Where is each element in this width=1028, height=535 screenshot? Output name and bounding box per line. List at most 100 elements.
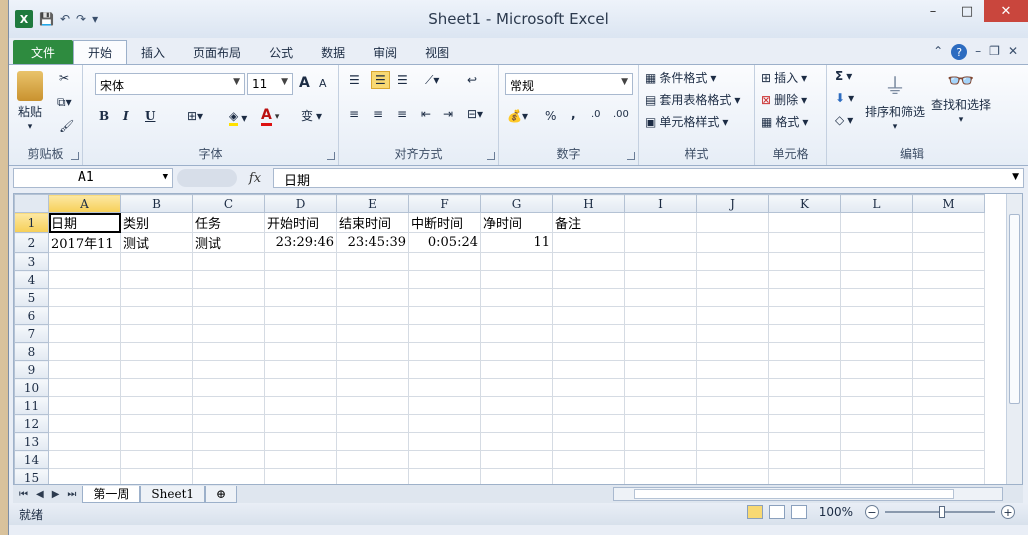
cell-b3[interactable]	[120, 252, 193, 271]
cell-e6[interactable]	[336, 306, 409, 325]
cell-i9[interactable]	[624, 360, 697, 379]
horizontal-scrollbar[interactable]	[613, 487, 1003, 501]
cell-g2[interactable]: 11	[480, 232, 553, 253]
cell-a5[interactable]	[48, 288, 121, 307]
cell-b11[interactable]	[120, 396, 193, 415]
cell-k5[interactable]	[768, 288, 841, 307]
cell-c4[interactable]	[192, 270, 265, 289]
paste-button[interactable]: 粘贴 ▾	[17, 71, 43, 132]
cell-a9[interactable]	[48, 360, 121, 379]
expand-formula-icon[interactable]: ▼	[1012, 172, 1019, 182]
cell-i8[interactable]	[624, 342, 697, 361]
cell-f10[interactable]	[408, 378, 481, 397]
comma-button[interactable]: ,	[571, 107, 576, 121]
borders-button[interactable]: ⊞▾	[187, 109, 203, 123]
cell-j1[interactable]	[696, 212, 769, 233]
font-color-button[interactable]: A ▾	[261, 107, 279, 126]
cell-a12[interactable]	[48, 414, 121, 433]
cell-h14[interactable]	[552, 450, 625, 469]
tab-file[interactable]: 文件	[13, 40, 74, 64]
cell-i6[interactable]	[624, 306, 697, 325]
cell-c11[interactable]	[192, 396, 265, 415]
cell-e7[interactable]	[336, 324, 409, 343]
cell-f11[interactable]	[408, 396, 481, 415]
cell-k2[interactable]	[768, 232, 841, 253]
cell-j15[interactable]	[696, 468, 769, 484]
cut-button[interactable]: ✂	[59, 71, 69, 85]
cell-i7[interactable]	[624, 324, 697, 343]
zoom-slider-thumb[interactable]	[939, 506, 945, 518]
increase-decimal-button[interactable]: .0	[591, 109, 601, 120]
cell-k8[interactable]	[768, 342, 841, 361]
sort-filter-button[interactable]: ⏚ 排序和筛选 ▾	[865, 69, 925, 132]
cell-a13[interactable]	[48, 432, 121, 451]
tab-insert[interactable]: 插入	[127, 40, 179, 64]
cell-b4[interactable]	[120, 270, 193, 289]
zoom-slider[interactable]	[885, 506, 995, 518]
decrease-indent-button[interactable]: ⇤	[421, 107, 431, 121]
collapse-ribbon-icon[interactable]: ⌃	[933, 44, 943, 60]
close-button[interactable]: ✕	[984, 0, 1028, 22]
cell-a10[interactable]	[48, 378, 121, 397]
cell-l15[interactable]	[840, 468, 913, 484]
number-format-combo[interactable]: 常规 ▼	[505, 73, 633, 95]
cell-b12[interactable]	[120, 414, 193, 433]
cell-e5[interactable]	[336, 288, 409, 307]
row-header[interactable]: 15	[14, 468, 49, 484]
phonetic-button[interactable]: 变 ▾	[301, 107, 322, 124]
row-header[interactable]: 1	[14, 212, 49, 233]
row-header[interactable]: 5	[14, 288, 49, 307]
cell-m2[interactable]	[912, 232, 985, 253]
cell-b1[interactable]: 类别	[120, 212, 193, 233]
cell-g8[interactable]	[480, 342, 553, 361]
cell-j8[interactable]	[696, 342, 769, 361]
cell-e1[interactable]: 结束时间	[336, 212, 409, 233]
wrap-text-button[interactable]: ↩	[467, 73, 477, 87]
format-cells-button[interactable]: ▦ 格式 ▾	[761, 113, 808, 130]
tab-formulas[interactable]: 公式	[255, 40, 307, 64]
cell-c6[interactable]	[192, 306, 265, 325]
cell-b13[interactable]	[120, 432, 193, 451]
cell-a15[interactable]	[48, 468, 121, 484]
cell-h7[interactable]	[552, 324, 625, 343]
cell-styles-button[interactable]: ▣ 单元格样式 ▾	[645, 113, 728, 130]
alignment-launcher-icon[interactable]	[487, 152, 495, 160]
cell-k15[interactable]	[768, 468, 841, 484]
cell-g13[interactable]	[480, 432, 553, 451]
doc-minimize-icon[interactable]: –	[975, 44, 981, 60]
cell-k7[interactable]	[768, 324, 841, 343]
cell-d14[interactable]	[264, 450, 337, 469]
currency-button[interactable]: 💰▾	[507, 109, 528, 123]
cell-m1[interactable]	[912, 212, 985, 233]
cell-d9[interactable]	[264, 360, 337, 379]
cell-m5[interactable]	[912, 288, 985, 307]
italic-button[interactable]: I	[123, 109, 129, 123]
cell-g9[interactable]	[480, 360, 553, 379]
cell-m11[interactable]	[912, 396, 985, 415]
maximize-button[interactable]: □	[950, 0, 984, 22]
cell-g5[interactable]	[480, 288, 553, 307]
cell-m6[interactable]	[912, 306, 985, 325]
cell-c9[interactable]	[192, 360, 265, 379]
cell-b14[interactable]	[120, 450, 193, 469]
cell-k1[interactable]	[768, 212, 841, 233]
cell-d12[interactable]	[264, 414, 337, 433]
vertical-scroll-thumb[interactable]	[1009, 214, 1020, 404]
cell-g11[interactable]	[480, 396, 553, 415]
tab-review[interactable]: 审阅	[359, 40, 411, 64]
cell-m15[interactable]	[912, 468, 985, 484]
cell-c8[interactable]	[192, 342, 265, 361]
cell-j9[interactable]	[696, 360, 769, 379]
align-top-button[interactable]: ☰	[349, 73, 360, 87]
cell-h8[interactable]	[552, 342, 625, 361]
find-select-button[interactable]: 👓 查找和选择 ▾	[931, 69, 991, 125]
cell-b15[interactable]	[120, 468, 193, 484]
decrease-decimal-button[interactable]: .00	[613, 109, 629, 120]
select-all-corner[interactable]	[14, 194, 49, 213]
cell-h12[interactable]	[552, 414, 625, 433]
cell-d8[interactable]	[264, 342, 337, 361]
row-header[interactable]: 8	[14, 342, 49, 361]
cell-h1[interactable]: 备注	[552, 212, 625, 233]
cell-e9[interactable]	[336, 360, 409, 379]
cell-a14[interactable]	[48, 450, 121, 469]
